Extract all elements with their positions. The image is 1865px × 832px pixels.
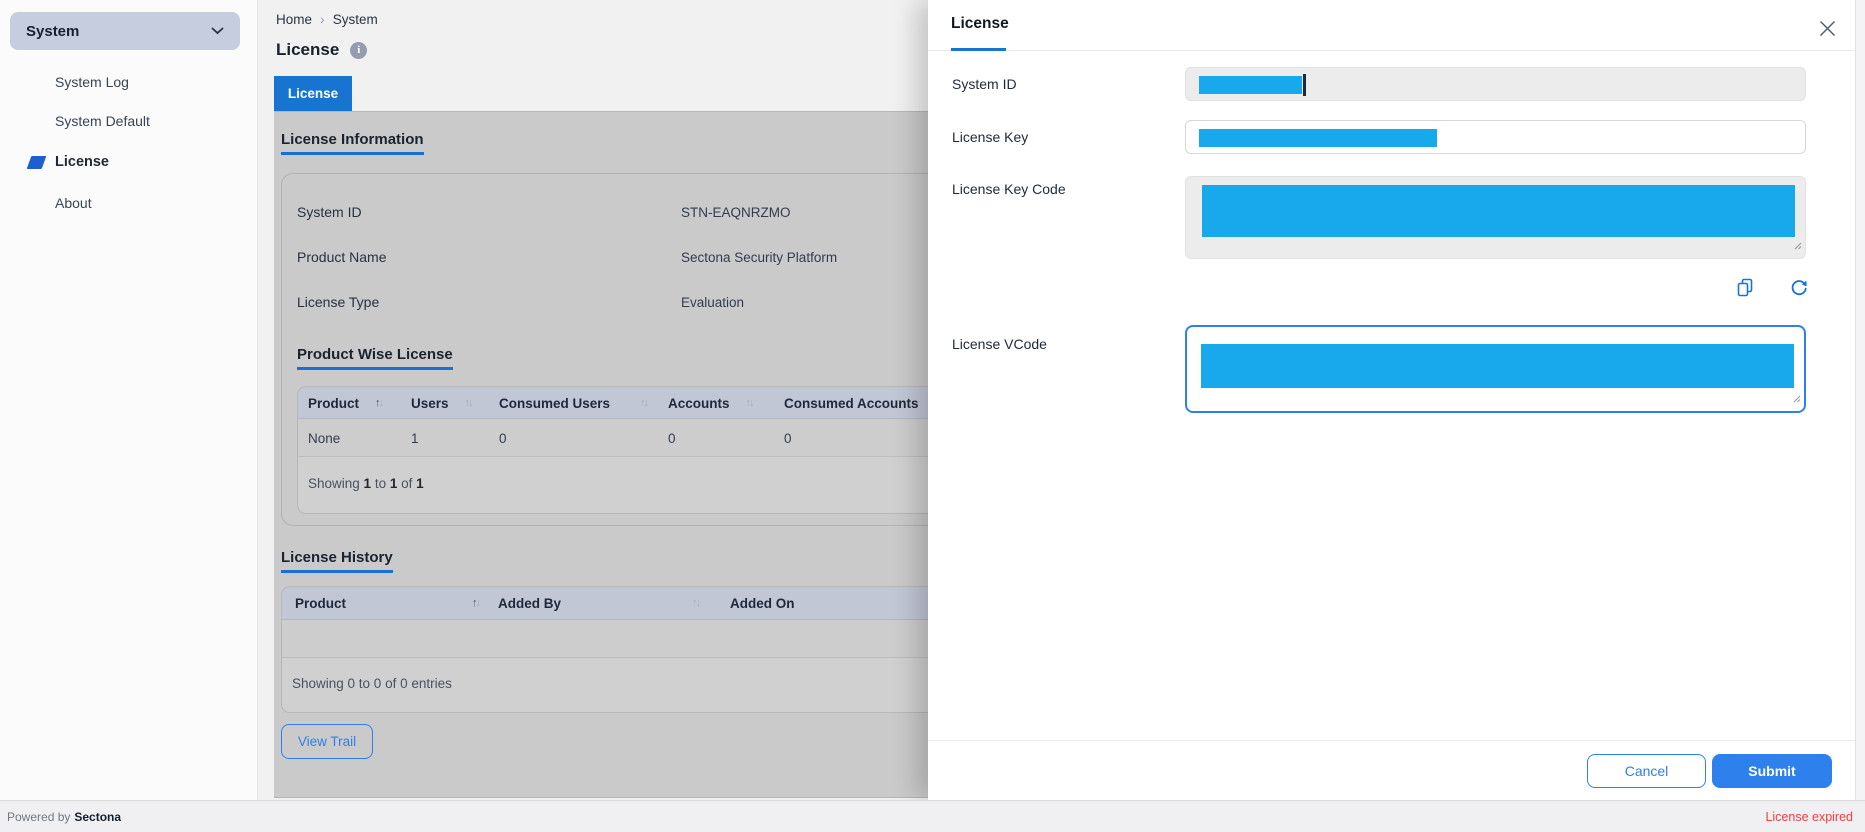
column-header-users[interactable]: Users ↑↓ [411,387,472,419]
field-label-system-id: System ID [297,204,362,220]
license-information-heading: License Information [281,131,424,155]
product-wise-license-heading: Product Wise License [297,346,453,370]
breadcrumb-home[interactable]: Home [276,12,312,27]
sidebar-item-about[interactable]: About [55,195,92,211]
drawer-title-underline [951,48,1006,51]
column-header-product[interactable]: Product ↑↓ [295,587,479,620]
sort-icon[interactable]: ↑↓ [640,398,647,409]
text-caret [1303,74,1306,96]
drawer-label-license-key: License Key [952,129,1028,145]
sidebar-item-system-log[interactable]: System Log [55,74,129,90]
cell-users: 1 [411,419,419,457]
showing-summary: Showing 1 to 1 of 1 [308,476,424,491]
sidebar-group-system[interactable]: System [10,12,240,50]
redacted-value-block [1202,185,1795,237]
close-icon[interactable] [1816,17,1838,39]
field-label-product-name: Product Name [297,249,386,265]
sort-icon[interactable]: ↑↓ [465,398,472,409]
column-header-product[interactable]: Product ↑↓ [308,387,382,419]
cell-product: None [308,419,340,457]
scrollbar[interactable] [1855,0,1865,800]
column-header-added-on[interactable]: Added On [730,587,795,620]
sort-icon[interactable]: ↑↓ [692,598,699,609]
license-vcode-textarea[interactable] [1185,325,1806,413]
submit-button[interactable]: Submit [1712,754,1832,788]
drawer-label-system-id: System ID [952,76,1017,92]
resize-grip-icon[interactable] [1793,237,1802,255]
drawer-label-license-vcode: License VCode [952,336,1047,352]
license-key-code-textarea[interactable] [1185,176,1806,259]
sidebar-group-label: System [26,23,79,40]
cell-consumed-accounts: 0 [784,419,792,457]
cell-accounts: 0 [668,419,676,457]
cancel-button[interactable]: Cancel [1587,754,1706,788]
redacted-value-block [1201,344,1794,388]
chevron-down-icon [211,27,224,35]
tab-license[interactable]: License [274,76,352,111]
license-drawer: License System ID License Key License Ke… [928,0,1855,800]
cell-consumed-users: 0 [499,419,507,457]
sidebar-item-license[interactable]: License [55,154,109,170]
powered-by-text: Powered by [7,810,70,824]
brand-text: Sectona [74,810,121,824]
refresh-icon[interactable] [1789,277,1809,297]
copy-icon[interactable] [1735,277,1755,297]
redacted-value-bar [1199,129,1437,147]
redacted-value-bar [1199,76,1302,94]
drawer-title: License [951,15,1009,33]
field-value-license-type: Evaluation [681,295,744,310]
drawer-footer: Cancel Submit [928,740,1855,800]
license-history-heading: License History [281,549,393,573]
sidebar: System System Log System Default License… [0,0,258,800]
license-marker-icon [27,156,47,169]
resize-grip-icon[interactable] [1792,390,1801,408]
column-header-consumed-users[interactable]: Consumed Users ↑↓ [499,387,647,419]
field-value-product-name: Sectona Security Platform [681,250,837,265]
sort-icon[interactable]: ↑↓ [472,598,479,609]
showing-summary: Showing 0 to 0 of 0 entries [292,676,452,691]
field-label-license-type: License Type [297,294,379,310]
breadcrumb-separator: › [320,11,325,27]
sidebar-item-system-default[interactable]: System Default [55,113,150,129]
info-icon[interactable]: i [350,42,367,59]
app-footer: Powered by Sectona License expired [0,800,1865,832]
column-header-accounts[interactable]: Accounts ↑↓ [668,387,753,419]
breadcrumb: Home › System [276,11,378,27]
sort-icon[interactable]: ↑↓ [746,398,753,409]
field-value-system-id: STN-EAQNRZMO [681,205,791,220]
page-title: License [276,40,339,60]
view-trail-button[interactable]: View Trail [281,724,373,759]
drawer-header: License [928,0,1855,51]
license-expired-status: License expired [1765,810,1853,824]
sort-icon[interactable]: ↑↓ [375,398,382,409]
column-header-consumed-accounts[interactable]: Consumed Accounts [784,387,919,419]
breadcrumb-current[interactable]: System [333,12,378,27]
drawer-label-license-key-code: License Key Code [952,181,1066,197]
system-id-input[interactable] [1185,67,1806,101]
column-header-added-by[interactable]: Added By ↑↓ [498,587,699,620]
license-key-input[interactable] [1185,120,1806,154]
